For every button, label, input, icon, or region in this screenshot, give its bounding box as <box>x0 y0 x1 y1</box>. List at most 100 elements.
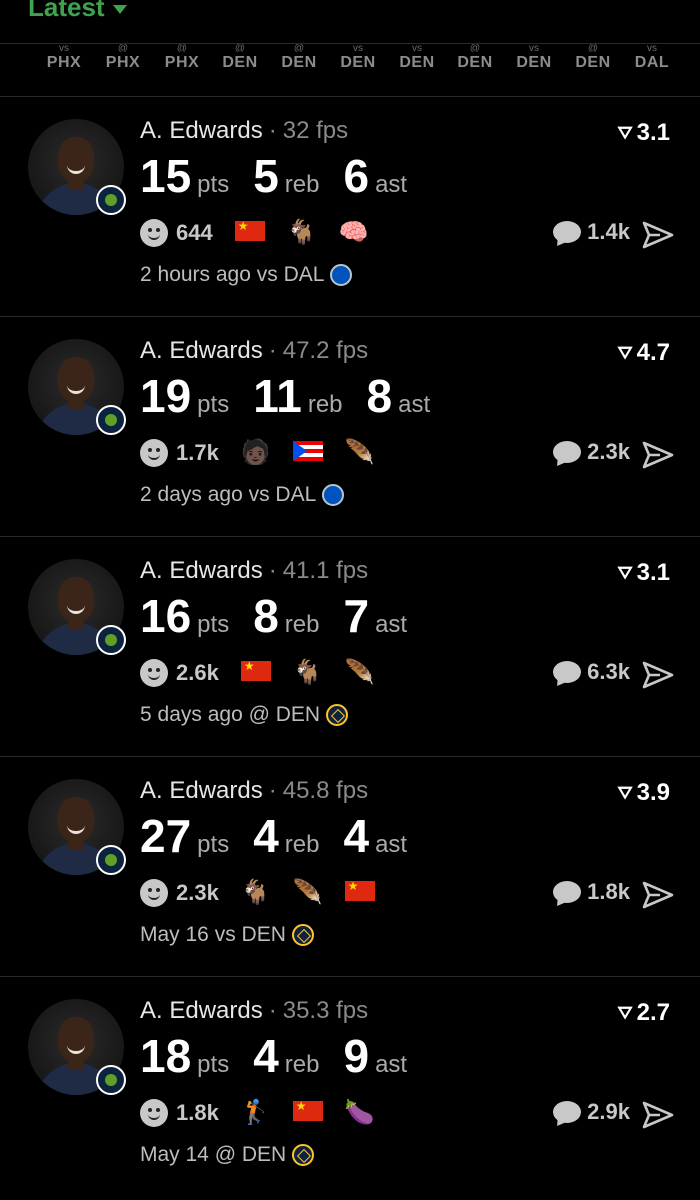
schedule-game-opponent: DEN <box>457 54 493 71</box>
flag-cn-emoji[interactable] <box>292 1100 323 1126</box>
rating[interactable]: ⛛ 3.1 <box>618 559 671 587</box>
schedule-game-location: @ <box>234 44 246 52</box>
rating[interactable]: ⛛ 4.7 <box>618 339 671 367</box>
comments-button[interactable]: 2.3k <box>553 439 630 465</box>
schedule-game[interactable]: vs DAL <box>623 44 681 72</box>
rating[interactable]: ⛛ 2.7 <box>618 999 671 1027</box>
smiley-reaction-icon[interactable] <box>140 439 168 467</box>
schedule-game[interactable]: vs DEN <box>505 44 563 72</box>
comment-bubble-icon <box>553 1101 582 1123</box>
rating[interactable]: ⛛ 3.1 <box>618 119 671 147</box>
reaction-emoji[interactable]: 🪶 <box>293 881 323 905</box>
schedule-game-opponent: DEN <box>222 54 258 71</box>
fantasy-points: 45.8 fps <box>282 777 369 804</box>
schedule-strip[interactable]: vs PHX @ PHX @ PHX @ DEN @ DEN vs DEN vs DEN @ DEN vs DEN… <box>0 44 700 96</box>
smiley-reaction-icon[interactable] <box>140 219 168 247</box>
schedule-game[interactable]: vs DEN <box>388 44 446 72</box>
opponent-logo-icon <box>326 704 349 726</box>
stat-line: 15 pts 5 reb 6 ast <box>140 149 431 203</box>
schedule-game[interactable]: vs PHX <box>35 44 93 72</box>
game-log-card[interactable]: A. Edwards·32 fps ⛛3.1 15pts 5reb 6ast 644 🐐 🧠 1… <box>0 96 700 315</box>
game-time: May 14 @ DEN <box>140 1143 287 1166</box>
stat-line: 18 pts 4 reb 9 ast <box>140 1029 431 1083</box>
player-name-line[interactable]: A. Edwards · 41.1 fps <box>140 557 368 585</box>
comments-button[interactable]: 1.4k <box>553 219 630 245</box>
points-value: 19 <box>140 370 192 422</box>
reaction-emoji[interactable]: 🐐 <box>293 661 323 685</box>
schedule-game-opponent: DEN <box>516 54 552 71</box>
separator-dot: · <box>268 777 277 804</box>
points-value: 18 <box>140 1030 192 1082</box>
opponent-logo-icon <box>330 264 353 286</box>
comments-button[interactable]: 6.3k <box>553 659 630 685</box>
share-icon[interactable] <box>642 661 674 689</box>
player-name-line[interactable]: A. Edwards · 47.2 fps <box>140 337 368 365</box>
rating-triangle-icon: ⛛ <box>617 342 633 363</box>
game-log-card[interactable]: A. Edwards · 45.8 fps ⛛ 3.9 27 pts 4 reb 4 ast 2.3k… <box>0 756 700 975</box>
points-label: pts <box>197 171 230 198</box>
separator-dot: · <box>268 117 277 144</box>
game-meta: 5 days ago @ DEN <box>140 703 349 727</box>
comment-count: 1.4k <box>587 219 630 244</box>
schedule-game[interactable]: @ PHX <box>153 44 211 72</box>
assists-value: 4 <box>343 810 370 862</box>
rating-value: 2.7 <box>636 999 670 1026</box>
stat-line: 16 pts 8 reb 7 ast <box>140 589 431 643</box>
schedule-game-opponent: DEN <box>575 54 611 71</box>
share-icon[interactable] <box>642 1101 674 1129</box>
schedule-game[interactable]: vs DEN <box>329 44 387 72</box>
schedule-game[interactable]: @ DEN <box>564 44 622 72</box>
points-label: pts <box>197 611 230 638</box>
player-name-line[interactable]: A. Edwards · 45.8 fps <box>140 777 368 805</box>
game-meta: 2 hours ago vs DAL <box>140 263 353 287</box>
rebounds-label: reb <box>284 831 320 858</box>
game-meta: May 14 @ DEN <box>140 1143 315 1167</box>
player-name-line[interactable]: A. Edwards · 32 fps <box>140 117 348 145</box>
smiley-reaction-icon[interactable] <box>140 1099 168 1127</box>
flag-pr-emoji[interactable] <box>292 440 323 466</box>
reaction-count: 1.7k <box>176 440 219 465</box>
points-label: pts <box>197 391 230 418</box>
schedule-game[interactable]: @ PHX <box>94 44 152 72</box>
schedule-game[interactable]: @ DEN <box>446 44 504 72</box>
flag-cn-emoji[interactable] <box>344 880 375 906</box>
rebounds-value: 11 <box>253 370 302 422</box>
reaction-emoji[interactable]: 🐐 <box>241 881 271 905</box>
share-icon[interactable] <box>642 881 674 909</box>
assists-label: ast <box>375 1051 408 1078</box>
top-bar: Latest <box>0 0 700 44</box>
reaction-emoji[interactable]: 🪶 <box>345 661 375 685</box>
smiley-reaction-icon[interactable] <box>140 659 168 687</box>
reaction-emoji[interactable]: 🏌 <box>241 1101 271 1125</box>
reaction-emoji[interactable]: 🪶 <box>345 441 375 465</box>
game-log-card[interactable]: A. Edwards · 41.1 fps ⛛ 3.1 16 pts 8 reb 7 ast 2.6k… <box>0 536 700 755</box>
flag-cn-emoji[interactable] <box>240 660 271 686</box>
flag-cn-emoji[interactable] <box>234 220 265 246</box>
comments-button[interactable]: 1.8k <box>553 879 630 905</box>
comments-button[interactable]: 2.9k <box>553 1099 630 1125</box>
team-logo-icon <box>96 625 126 655</box>
rebounds-label: reb <box>284 611 320 638</box>
fantasy-points: 41.1 fps <box>282 557 369 584</box>
stat-line: 19 pts 11 reb 8 ast <box>140 369 454 423</box>
schedule-game-opponent: DAL <box>634 54 670 71</box>
player-name-line[interactable]: A. Edwards · 35.3 fps <box>140 997 368 1025</box>
schedule-game[interactable]: @ DEN <box>211 44 269 72</box>
rating[interactable]: ⛛ 3.9 <box>618 779 671 807</box>
game-log-card[interactable]: A. Edwards · 35.3 fps ⛛ 2.7 18 pts 4 reb 9 ast 1.8k… <box>0 976 700 1195</box>
latest-filter-dropdown[interactable]: Latest <box>28 0 127 23</box>
rating-value: 3.1 <box>636 559 670 586</box>
reaction-emoji[interactable]: 🧑🏿 <box>241 441 271 465</box>
reaction-emoji[interactable]: 🧠 <box>339 221 369 245</box>
share-icon[interactable] <box>642 221 674 249</box>
share-icon[interactable] <box>642 441 674 469</box>
opponent-logo-icon <box>322 484 345 506</box>
game-log-card[interactable]: A. Edwards · 47.2 fps ⛛ 4.7 19 pts 11 reb 8 ast 1.7… <box>0 316 700 535</box>
points-value: 15 <box>140 150 192 202</box>
reaction-emoji[interactable]: 🍆 <box>345 1101 375 1125</box>
schedule-game[interactable]: @ DEN <box>270 44 328 72</box>
reaction-count: 2.6k <box>176 660 219 685</box>
smiley-reaction-icon[interactable] <box>140 879 168 907</box>
reaction-emoji[interactable]: 🐐 <box>287 221 317 245</box>
rebounds-value: 4 <box>253 810 279 862</box>
